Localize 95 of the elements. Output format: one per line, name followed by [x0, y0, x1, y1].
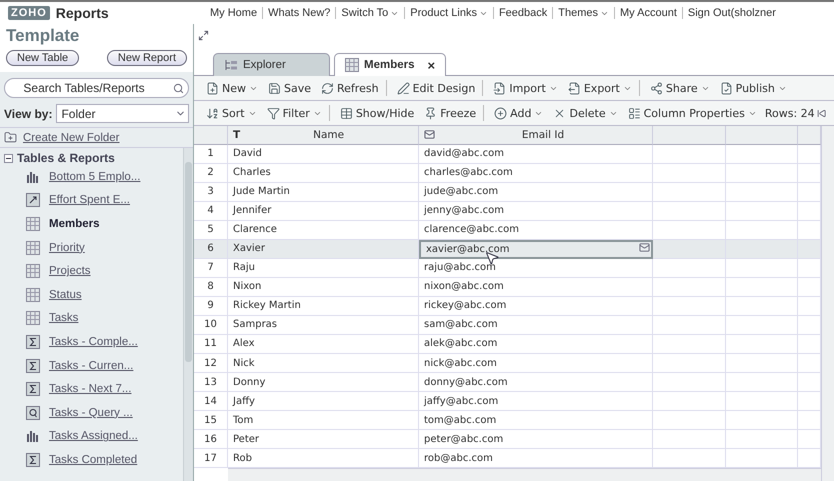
tree-item[interactable]: Members	[49, 218, 100, 230]
bar-chart-icon	[26, 429, 40, 444]
list-icon	[628, 106, 641, 120]
table-icon	[340, 106, 353, 120]
toolbar-button[interactable]: Import	[489, 80, 562, 96]
first-page-icon[interactable]	[816, 108, 826, 118]
tree-item[interactable]: Priority	[49, 242, 85, 254]
tab[interactable]: Members ×	[334, 53, 446, 76]
search-field[interactable]: Search Tables/Reports	[4, 78, 189, 98]
table-icon	[26, 240, 40, 255]
tree-item[interactable]: Effort Spent E...	[49, 194, 130, 206]
nav-link[interactable]: Product Links	[405, 7, 494, 19]
tree-item[interactable]: Tasks Completed	[49, 454, 138, 466]
toolbar-button[interactable]: Share	[646, 80, 714, 96]
share-icon	[650, 82, 663, 94]
nav-link[interactable]: My Home	[205, 7, 264, 19]
toolbar-button[interactable]: Refresh	[317, 80, 387, 96]
query-icon	[26, 406, 40, 420]
sigma-icon	[26, 452, 40, 467]
view-by-label: View by:	[4, 106, 52, 120]
tree-item[interactable]: Tasks - Comple...	[49, 336, 138, 348]
tree-item[interactable]: Status	[49, 288, 82, 301]
refresh-icon	[321, 82, 334, 94]
create-folder-link[interactable]: Create New Folder	[23, 132, 120, 144]
mail-icon	[639, 242, 650, 253]
toolbar-button[interactable]: Sort	[202, 105, 261, 121]
scrollbar[interactable]	[228, 468, 821, 481]
search-icon	[173, 82, 184, 94]
table-cell: clarence@abc.com	[419, 220, 653, 240]
table-icon	[26, 216, 40, 231]
column-header[interactable]	[726, 126, 798, 145]
sigma-icon	[26, 382, 40, 396]
app-name: Reports	[56, 5, 109, 21]
table-icon	[26, 288, 40, 302]
nav-link[interactable]: Switch To	[336, 7, 406, 19]
table-icon	[26, 311, 40, 326]
toolbar-button[interactable]: Filter	[262, 105, 330, 121]
tree-item[interactable]: Tasks - Curren...	[49, 360, 134, 372]
view-by-dropdown[interactable]: Folder	[56, 104, 189, 123]
new-file-icon	[206, 82, 219, 94]
nav-link[interactable]: Sign Out(sholzner	[682, 7, 781, 19]
toolbar-button[interactable]: Freeze	[420, 105, 484, 121]
table-icon	[345, 58, 359, 72]
tree-header[interactable]: Tables & Reports	[4, 151, 183, 165]
sigma-icon	[26, 358, 40, 373]
new-folder-icon	[4, 131, 17, 144]
toolbar-button[interactable]: Delete	[549, 105, 622, 121]
plus-icon	[494, 106, 508, 120]
bar-chart-icon	[26, 170, 40, 184]
save-icon	[268, 82, 281, 94]
nav-link[interactable]: Themes	[553, 7, 616, 19]
nav-link[interactable]: My Account	[615, 7, 683, 19]
tree-icon	[224, 58, 238, 72]
nav-link[interactable]: Whats New?	[263, 7, 336, 19]
mail-icon	[424, 129, 435, 140]
pivot-icon	[26, 193, 40, 208]
toolbar-button[interactable]: Column Properties	[624, 105, 761, 121]
export-icon	[568, 82, 581, 94]
toolbar-button[interactable]: Publish	[716, 80, 791, 96]
scrollbar[interactable]	[821, 126, 834, 481]
toolbar-button[interactable]: New	[202, 80, 262, 96]
table-icon	[26, 264, 40, 278]
sort-icon	[206, 106, 219, 120]
toolbar-button[interactable]: Edit Design	[392, 80, 484, 96]
tree-item[interactable]: Bottom 5 Emplo...	[49, 170, 140, 183]
import-icon	[493, 82, 506, 94]
tree-item[interactable]: Projects	[49, 265, 91, 278]
new-button[interactable]: New Report	[106, 50, 187, 66]
new-button[interactable]: New Table	[6, 50, 80, 66]
tree-item[interactable]: Tasks Assigned...	[49, 430, 138, 442]
filter-icon	[266, 106, 280, 120]
toolbar-button[interactable]: Add	[490, 105, 548, 121]
workspace-title: Template	[6, 26, 80, 46]
column-header[interactable]: Email Id	[419, 126, 653, 145]
sigma-icon	[26, 334, 40, 349]
column-header[interactable]	[798, 126, 821, 145]
table-cell[interactable]: xavier@abc.com	[419, 240, 653, 259]
logo: ZOHO	[8, 6, 50, 20]
pen-icon	[396, 82, 410, 94]
tab[interactable]: Explorer	[213, 53, 330, 76]
nav-link[interactable]: Feedback	[494, 7, 554, 19]
tree-item[interactable]: Tasks	[49, 312, 78, 324]
pin-icon	[424, 106, 438, 120]
tree-item[interactable]: Tasks - Query ...	[49, 406, 133, 419]
row-number: 17	[194, 449, 228, 468]
tree-item[interactable]: Tasks - Next 7...	[49, 383, 132, 396]
toolbar-button[interactable]: Export	[564, 80, 640, 96]
column-header[interactable]	[653, 126, 726, 145]
toolbar-button[interactable]: Show/Hide	[336, 105, 418, 121]
file-check-icon	[720, 82, 733, 94]
scrollbar[interactable]	[183, 148, 193, 481]
maximize-icon[interactable]	[198, 30, 209, 41]
row-count: Rows: 24	[764, 106, 815, 120]
column-header[interactable]: T Name	[228, 126, 419, 145]
toolbar-button[interactable]: Save	[264, 80, 316, 96]
